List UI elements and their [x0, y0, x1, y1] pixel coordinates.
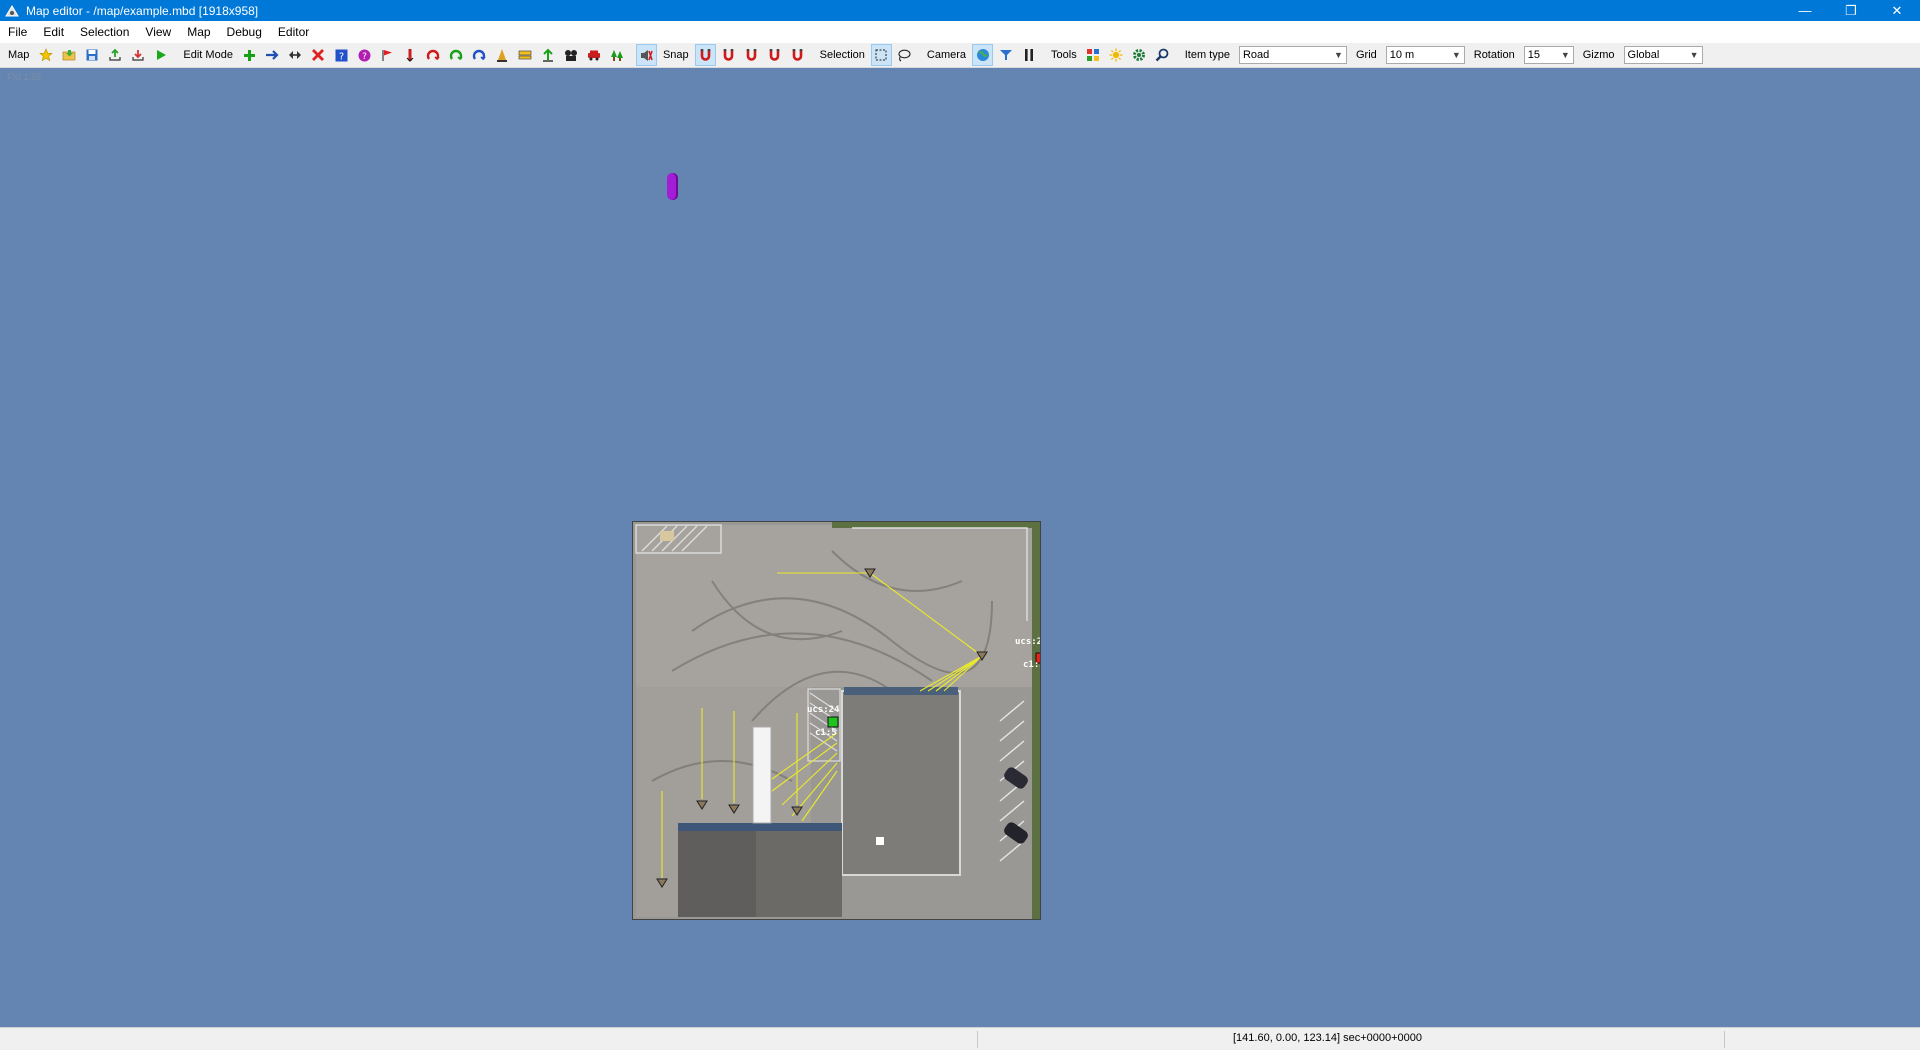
- gizmo-select[interactable]: Global ▼: [1623, 46, 1703, 64]
- status-divider: [977, 1031, 978, 1048]
- status-divider: [1724, 1031, 1725, 1048]
- import-icon[interactable]: [128, 45, 147, 65]
- rotate-green-icon[interactable]: [447, 45, 466, 65]
- grid-value: 10 m: [1389, 49, 1415, 61]
- edit-mode-label: Edit Mode: [183, 49, 233, 61]
- rect-select-icon[interactable]: [870, 44, 892, 66]
- app-icon: [4, 3, 20, 19]
- delete-icon[interactable]: [309, 45, 328, 65]
- globe-icon[interactable]: [972, 44, 994, 66]
- menu-selection[interactable]: Selection: [72, 21, 137, 43]
- barrier-icon[interactable]: [516, 45, 535, 65]
- export-icon[interactable]: [105, 45, 124, 65]
- item-type-select[interactable]: Road ▼: [1238, 46, 1347, 64]
- selection-label: Selection: [819, 49, 865, 61]
- magnet-node-icon[interactable]: [719, 45, 738, 65]
- sound-icon[interactable]: [635, 44, 657, 66]
- title-bar: Map editor - /map/example.mbd [1918x958]…: [0, 0, 1920, 21]
- chevron-down-icon: ▼: [1451, 50, 1461, 60]
- map-prefab-area[interactable]: ucs:24 c1:5 ucs:24 c1:5: [632, 521, 1048, 920]
- tools-label: Tools: [1051, 49, 1077, 61]
- window-title: Map editor - /map/example.mbd [1918x958]: [26, 3, 259, 18]
- settings-gear-icon[interactable]: [1130, 45, 1149, 65]
- grid-label: Grid: [1355, 49, 1377, 61]
- pause-icon[interactable]: [1019, 45, 1038, 65]
- item-type-label: Item type: [1184, 49, 1230, 61]
- help-icon[interactable]: ?: [332, 45, 351, 65]
- cone-icon[interactable]: [493, 45, 512, 65]
- menu-bar: File Edit Selection View Map Debug Edito…: [0, 21, 1920, 43]
- free-camera-icon[interactable]: [996, 45, 1015, 65]
- chevron-down-icon: ▼: [1560, 50, 1570, 60]
- camera-label: Camera: [926, 49, 967, 61]
- magnet-prefab-icon[interactable]: [765, 45, 784, 65]
- tree-icon[interactable]: [608, 45, 627, 65]
- purple-item-marker[interactable]: [667, 173, 678, 200]
- play-icon[interactable]: [151, 45, 170, 65]
- prefab-label-top: ucs:24: [1015, 637, 1041, 647]
- menu-view[interactable]: View: [137, 21, 179, 43]
- maximize-button[interactable]: ❐: [1828, 0, 1874, 21]
- rotate-blue-icon[interactable]: [470, 45, 489, 65]
- magnet-icon[interactable]: [694, 44, 716, 66]
- connect-icon[interactable]: [286, 45, 305, 65]
- grid-select[interactable]: 10 m ▼: [1385, 46, 1465, 64]
- menu-debug[interactable]: Debug: [219, 21, 270, 43]
- move-arrow-icon[interactable]: [263, 45, 282, 65]
- magnifier-icon[interactable]: [1153, 45, 1172, 65]
- cursor-coordinates: [141.60, 0.00, 123.14] sec+0000+0000: [1233, 1032, 1422, 1044]
- gizmo-label: Gizmo: [1582, 49, 1615, 61]
- menu-editor[interactable]: Editor: [270, 21, 317, 43]
- svg-text:?: ?: [339, 51, 344, 62]
- snap-label: Snap: [662, 49, 689, 61]
- open-folder-icon[interactable]: [59, 45, 78, 65]
- flag-icon[interactable]: [378, 45, 397, 65]
- chevron-down-icon: ▼: [1689, 50, 1699, 60]
- magnet-terrain-icon[interactable]: [788, 45, 807, 65]
- save-icon[interactable]: [82, 45, 101, 65]
- rotation-label: Rotation: [1473, 49, 1515, 61]
- rotation-value: 15: [1527, 49, 1540, 61]
- prefab-label-bottom: c1:5: [815, 728, 837, 738]
- spawn-icon[interactable]: [401, 45, 420, 65]
- svg-text:?: ?: [362, 52, 367, 62]
- magnet-road-icon[interactable]: [742, 45, 761, 65]
- rotation-select[interactable]: 15 ▼: [1523, 46, 1574, 64]
- camera-film-icon[interactable]: [562, 45, 581, 65]
- lasso-select-icon[interactable]: [895, 45, 914, 65]
- rotate-red-icon[interactable]: [424, 45, 443, 65]
- add-icon[interactable]: [240, 45, 259, 65]
- menu-map[interactable]: Map: [179, 21, 218, 43]
- raise-icon[interactable]: [539, 45, 558, 65]
- map-viewport[interactable]: FXI 1.55 ucs:2 c1: ucs:24 c1:5: [0, 68, 1920, 1027]
- status-bar: [141.60, 0.00, 123.14] sec+0000+0000: [0, 1027, 1920, 1050]
- map-label: Map: [8, 49, 30, 61]
- prefab-label-top: ucs:24: [807, 705, 840, 715]
- layers-icon[interactable]: [1084, 45, 1103, 65]
- item-type-value: Road: [1242, 49, 1270, 61]
- minimize-button[interactable]: —: [1782, 0, 1828, 21]
- star-icon[interactable]: [36, 45, 55, 65]
- prefab-label-bottom: c1:5: [1023, 660, 1041, 670]
- main-toolbar: Map Edit Mode ? ? Snap Selection Camera …: [0, 43, 1920, 68]
- gizmo-value: Global: [1627, 49, 1660, 61]
- question-circle-icon[interactable]: ?: [355, 45, 374, 65]
- vehicle-icon[interactable]: [585, 45, 604, 65]
- close-button[interactable]: ✕: [1874, 0, 1920, 21]
- menu-edit[interactable]: Edit: [35, 21, 72, 43]
- chevron-down-icon: ▼: [1334, 50, 1343, 60]
- menu-file[interactable]: File: [0, 21, 35, 43]
- fps-counter: FXI 1.55: [7, 72, 42, 82]
- sun-icon[interactable]: [1107, 45, 1126, 65]
